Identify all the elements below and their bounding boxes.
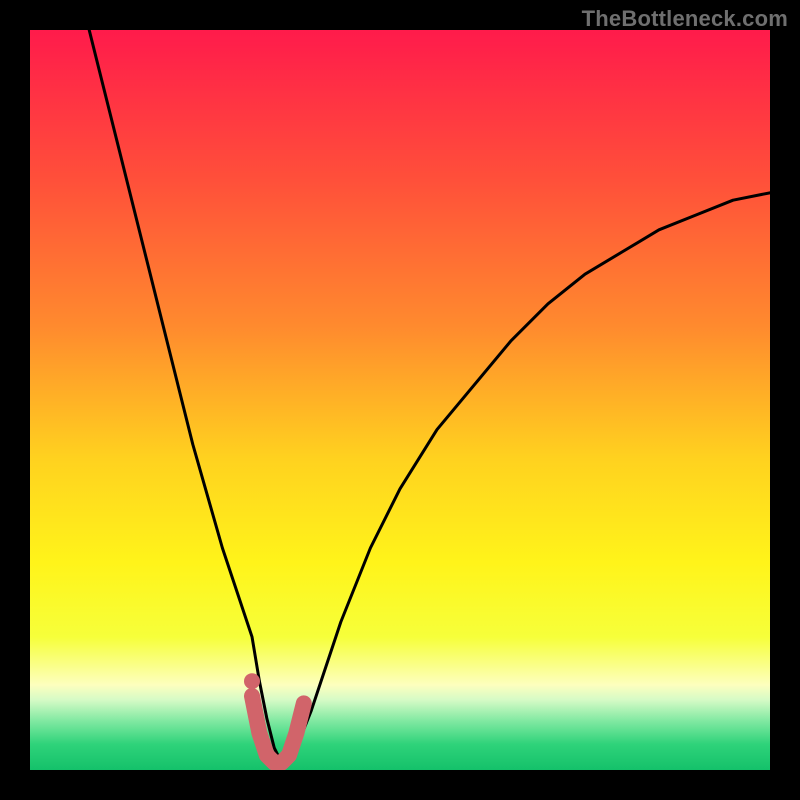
chart-background bbox=[30, 30, 770, 770]
chart-frame bbox=[30, 30, 770, 770]
bottleneck-chart bbox=[30, 30, 770, 770]
highlight-dot bbox=[244, 673, 260, 689]
watermark-text: TheBottleneck.com bbox=[582, 6, 788, 32]
